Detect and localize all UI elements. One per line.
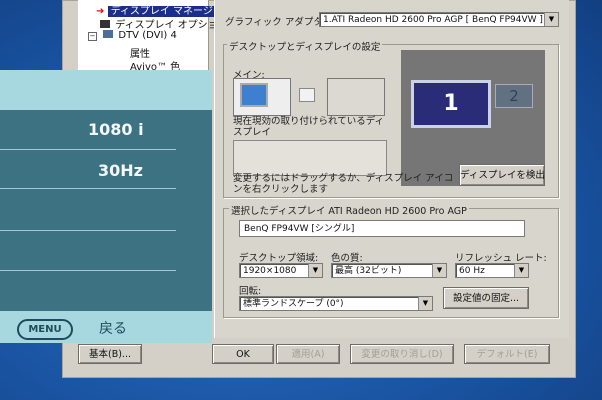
tree-item-display-manager[interactable]: ➜ ディスプレイ マネージャ: [96, 2, 226, 17]
osd-frequency-value: 30Hz: [98, 161, 143, 180]
discard-changes-button[interactable]: 変更の取り消し(D): [350, 344, 454, 364]
color-quality-select[interactable]: 最高 (32ビット) ▼: [331, 263, 447, 278]
osd-divider: [0, 270, 176, 271]
rotation-label: 回転:: [239, 286, 262, 297]
main-display-tile[interactable]: [233, 78, 291, 116]
settings-tree: ➜ ディスプレイ マネージャ ディスプレイ オプション − DTV (DVI) …: [78, 0, 228, 73]
dropdown-arrow-icon: ▼: [432, 264, 446, 277]
ok-button[interactable]: OK: [212, 344, 274, 364]
attached-displays-label: 現在現効の取り付けられているディスプレイ: [233, 116, 385, 138]
dropdown-arrow-icon: ▼: [308, 264, 322, 277]
display-manager-panel: グラフィック アダプタ: 1.ATI Radeon HD 2600 Pro AG…: [214, 0, 569, 338]
osd-divider: [0, 149, 176, 150]
fix-settings-button[interactable]: 設定値の固定...: [443, 287, 529, 309]
dropdown-arrow-icon: ▼: [514, 264, 528, 277]
basic-button[interactable]: 基本(B)...: [78, 344, 142, 364]
attached-displays-box: [233, 140, 387, 176]
dropdown-arrow-icon: ▼: [418, 297, 432, 310]
selected-display-title: 選択したディスプレイ ATI Radeon HD 2600 Pro AGP: [229, 203, 469, 217]
apply-button[interactable]: 適用(A): [276, 344, 340, 364]
dropdown-arrow-icon: ▼: [544, 13, 558, 26]
monitor-2-tile[interactable]: 2: [495, 84, 533, 108]
resolution-select[interactable]: 1920×1080 ▼: [239, 263, 323, 278]
collapse-icon[interactable]: −: [88, 32, 97, 41]
desktop-group-title: デスクトップとディスプレイの設定: [227, 39, 383, 53]
color-quality-label: 色の質:: [331, 253, 363, 264]
refresh-rate-label: リフレッシュ レート:: [455, 253, 547, 264]
osd-divider: [0, 188, 176, 189]
empty-display-slot[interactable]: [327, 78, 385, 116]
adapter-select[interactable]: 1.ATI Radeon HD 2600 Pro AGP [ BenQ FP94…: [319, 12, 559, 27]
resolution-label: デスクトップ領域:: [239, 253, 319, 264]
default-button[interactable]: デフォルト(E): [464, 344, 550, 364]
check-icon: [100, 20, 110, 28]
monitor-small-icon: [299, 88, 315, 102]
monitor-icon: [240, 83, 268, 107]
drag-hint-text: 変更するにはドラッグするか、ディスプレイ アイコンを右クリックします: [233, 173, 454, 195]
tree-item-dtv[interactable]: − DTV (DVI) 4: [88, 30, 177, 41]
osd-back-label: 戻る: [99, 321, 127, 337]
detect-displays-button[interactable]: ディスプレイを検出: [459, 164, 545, 186]
osd-divider: [0, 230, 176, 231]
selected-display-name: BenQ FP94VW [シングル]: [239, 220, 525, 237]
monitor-icon: [103, 30, 114, 38]
refresh-rate-select[interactable]: 60 Hz ▼: [455, 263, 529, 278]
monitor-osd-panel: [0, 70, 212, 343]
monitor-1-tile[interactable]: 1: [411, 80, 491, 128]
adapter-label: グラフィック アダプタ:: [225, 17, 327, 28]
osd-menu-button[interactable]: MENU: [17, 319, 73, 340]
osd-header-bar: [0, 70, 212, 110]
rotation-select[interactable]: 標準ランドスケープ (0°) ▼: [239, 296, 433, 311]
osd-resolution-value: 1080 i: [88, 120, 144, 139]
tree-item-display-options[interactable]: ディスプレイ オプション: [100, 16, 228, 31]
